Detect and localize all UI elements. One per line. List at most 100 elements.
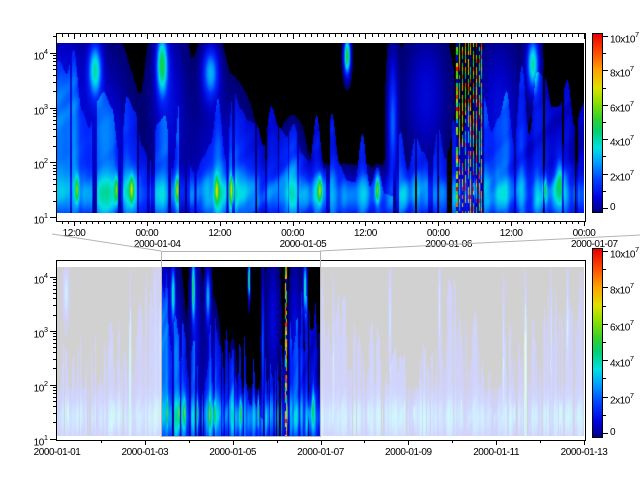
x-tick-date-label: 2000-01-11 [473,448,519,458]
x-axis-tick [165,221,166,224]
y-axis-minor-tick [53,69,56,70]
x-axis-tick [226,221,227,224]
y-axis-minor-tick [53,61,56,62]
x-axis-top-tick [274,34,275,37]
y-axis-minor-tick [53,91,56,92]
y-axis-major-tick [50,217,56,218]
x-axis-tick [145,440,146,445]
x-axis-top-tick [214,34,215,37]
x-axis-top-tick [220,34,221,39]
y-axis-major-tick [50,162,56,163]
x-axis-top-tick [183,34,184,37]
x-axis-tick [214,221,215,224]
x-axis-tick [384,221,385,224]
y-axis-minor-tick [53,390,56,391]
x-axis-top-tick [542,34,543,37]
x-axis-tick [578,221,579,224]
x-axis-top-tick [329,34,330,37]
y-axis-minor-tick [53,124,56,125]
x-axis-top-tick [414,34,415,37]
colorbar-major-tick [603,397,608,398]
x-axis-tick [101,440,102,443]
x-axis-tick [74,221,75,226]
colorbar-minor-tick [603,122,606,123]
x-axis-top-tick [280,34,281,37]
x-axis-tick [444,221,445,224]
x-axis-top-tick [74,34,75,39]
y-tick-label: 102 [18,157,48,171]
x-tick-time-label: 00:00 [281,229,304,239]
x-axis-tick [584,440,585,445]
x-axis-top-tick [305,34,306,37]
x-axis-tick [277,440,278,443]
colorbar-minor-tick [603,156,606,157]
x-axis-top-tick [208,34,209,37]
y-axis-minor-tick [53,165,56,166]
x-axis-tick [189,440,190,443]
colorbar-minor-tick [603,306,606,307]
y-axis-major-tick [50,385,56,386]
y-axis-major-tick [50,331,56,332]
x-axis-top-tick [554,34,555,37]
y-axis-minor-tick [53,359,56,360]
x-axis-top-tick [359,34,360,37]
x-axis-tick [457,221,458,224]
y-axis-minor-tick [53,113,56,114]
top-spectrogram-image[interactable] [57,43,584,213]
x-tick-date-label: 2000-01-13 [561,448,608,458]
colorbar-minor-tick [603,342,606,343]
x-axis-tick [560,221,561,224]
x-axis-top-tick [141,34,142,37]
y-tick-label: 102 [18,380,48,394]
zoom-highlight-box[interactable] [161,251,321,437]
top-colorbar-gradient [593,34,602,212]
x-axis-top-tick [86,34,87,37]
y-axis-minor-tick [53,120,56,121]
x-axis-tick [353,221,354,224]
y-axis-minor-tick [53,179,56,180]
x-axis-top-tick [378,34,379,37]
x-axis-top-tick [450,34,451,37]
x-axis-tick [378,221,379,224]
x-axis-tick [481,221,482,224]
x-axis-tick [469,221,470,224]
x-axis-tick [305,221,306,224]
x-tick-time-label: 12:00 [500,229,523,239]
x-axis-tick [195,221,196,224]
y-axis-minor-tick [53,289,56,290]
x-axis-top-tick [426,34,427,37]
y-axis-minor-tick [53,171,56,172]
colorbar-major-tick [603,433,608,434]
x-axis-top-tick [116,34,117,37]
x-axis-top-tick [487,34,488,37]
x-axis-tick [438,221,439,226]
x-axis-top-tick [189,34,190,37]
x-axis-tick [540,440,541,443]
x-axis-tick [116,221,117,224]
figure-root: 12:0000:0012:0000:0012:0000:0012:0000:00… [0,0,640,480]
y-axis-minor-tick [53,397,56,398]
y-axis-minor-tick [53,305,56,306]
x-axis-top-tick [195,34,196,37]
x-axis-tick [202,221,203,224]
x-axis-top-tick [238,34,239,37]
x-axis-tick [280,221,281,224]
x-axis-tick [372,221,373,224]
x-tick-date-label: 2000-01-04 [134,240,181,250]
x-axis-tick [98,221,99,224]
colorbar-label: 0 [610,203,615,213]
y-axis-minor-tick [53,55,56,56]
x-axis-top-tick [584,34,585,39]
x-axis-tick [511,221,512,226]
x-axis-tick [414,221,415,224]
x-axis-tick [341,221,342,224]
x-axis-top-tick [365,34,366,39]
y-axis-major-tick [50,53,56,54]
x-axis-top-tick [535,34,536,37]
y-axis-minor-tick [53,336,56,337]
x-axis-tick [335,221,336,224]
x-axis-tick [523,221,524,224]
x-axis-tick [493,221,494,224]
x-axis-top-tick [548,34,549,37]
x-tick-date-label: 2000-01-01 [34,448,81,458]
